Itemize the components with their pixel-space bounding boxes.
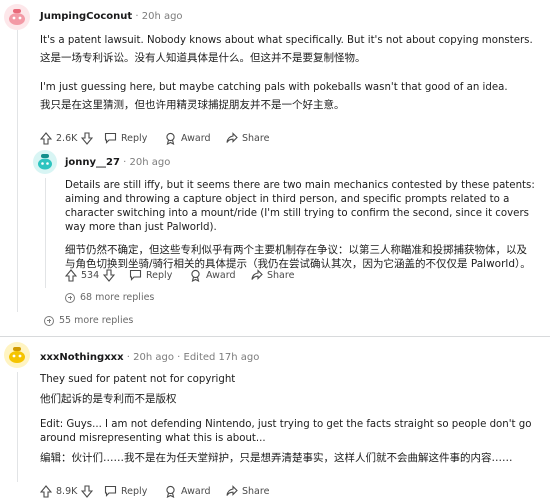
comment-actions: 534 Reply Award Share bbox=[65, 267, 365, 283]
username[interactable]: jonny__27 bbox=[65, 157, 120, 168]
thread-line-third[interactable] bbox=[17, 372, 18, 482]
reply-button[interactable]: Reply bbox=[104, 130, 147, 146]
comment-meta: xxxNothingxxx · 20h ago · Edited 17h ago bbox=[40, 352, 259, 363]
reply-button[interactable]: Reply bbox=[129, 267, 172, 283]
username[interactable]: xxxNothingxxx bbox=[40, 352, 124, 363]
reply-icon bbox=[104, 132, 117, 144]
reply-label: Reply bbox=[146, 269, 173, 281]
comment-actions: 2.6K Reply Award Share bbox=[40, 130, 340, 146]
timestamp[interactable]: 20h ago bbox=[130, 157, 171, 168]
comment-paragraph: Details are still iffy, but it seems the… bbox=[65, 180, 535, 233]
award-button[interactable]: Award bbox=[189, 267, 235, 283]
award-icon bbox=[166, 485, 175, 498]
snoo-avatar-icon bbox=[9, 347, 25, 363]
meta-separator: · bbox=[135, 11, 139, 22]
share-icon bbox=[226, 485, 238, 496]
comment-paragraph: 编辑：伙计们……我不是在为任天堂辩护，只是想弄清楚事实，这样人们就不会曲解这件事… bbox=[40, 452, 513, 464]
comment-paragraph: I'm just guessing here, but maybe catchi… bbox=[40, 82, 508, 93]
award-label: Award bbox=[181, 132, 211, 144]
vote-count: 534 bbox=[81, 269, 100, 281]
comment-meta: JumpingCoconut · 20h ago bbox=[40, 11, 183, 22]
comment-body: Details are still iffy, but it seems the… bbox=[65, 179, 537, 271]
thread-line-reply[interactable] bbox=[45, 178, 46, 288]
snoo-avatar-icon bbox=[38, 154, 52, 170]
downvote-icon[interactable] bbox=[81, 484, 94, 498]
award-button[interactable]: Award bbox=[164, 130, 210, 146]
meta-separator: · bbox=[123, 157, 127, 168]
award-label: Award bbox=[181, 485, 211, 497]
reply-icon bbox=[104, 485, 117, 497]
award-label: Award bbox=[206, 269, 236, 281]
reply-label: Reply bbox=[121, 132, 148, 144]
upvote-icon[interactable] bbox=[40, 131, 52, 145]
vote-count: 2.6K bbox=[56, 132, 78, 144]
snoo-avatar-icon bbox=[9, 9, 25, 25]
edited-label: Edited 17h ago bbox=[183, 352, 260, 363]
award-icon bbox=[166, 132, 175, 145]
upvote-icon[interactable] bbox=[65, 268, 77, 282]
avatar[interactable] bbox=[4, 4, 30, 30]
vote-count: 8.9K bbox=[56, 485, 78, 497]
avatar[interactable] bbox=[33, 150, 57, 174]
timestamp[interactable]: 20h ago bbox=[142, 11, 183, 22]
comment-paragraph: It's a patent lawsuit. Nobody knows abou… bbox=[40, 35, 533, 46]
meta-separator: · bbox=[126, 352, 130, 363]
username[interactable]: JumpingCoconut bbox=[40, 11, 132, 22]
share-label: Share bbox=[242, 485, 270, 497]
share-label: Share bbox=[267, 269, 295, 281]
thread-line-root[interactable] bbox=[17, 30, 18, 312]
reply-icon bbox=[129, 269, 142, 281]
reply-label: Reply bbox=[121, 485, 148, 497]
comment-paragraph: 他们起诉的是专利而不是版权 bbox=[40, 393, 177, 405]
downvote-icon[interactable] bbox=[103, 268, 116, 282]
comment-paragraph: They sued for patent not for copyright bbox=[40, 374, 236, 385]
timestamp[interactable]: 20h ago bbox=[133, 352, 174, 363]
more-replies-label: 68 more replies bbox=[80, 292, 155, 303]
more-replies-label: 55 more replies bbox=[59, 315, 134, 326]
upvote-icon[interactable] bbox=[40, 484, 52, 498]
avatar[interactable] bbox=[4, 342, 30, 368]
comment-body: They sued for patent not for copyright 他… bbox=[40, 373, 535, 465]
share-button[interactable]: Share bbox=[226, 130, 269, 146]
comment-divider bbox=[0, 336, 550, 337]
thread-more-replies-button[interactable]: 55 more replies bbox=[44, 315, 133, 326]
comment-paragraph: 这是一场专利诉讼。没有人知道具体是什么。但这并不是要复制怪物。 bbox=[40, 52, 366, 64]
comment-meta: jonny__27 · 20h ago bbox=[65, 157, 170, 168]
comment-paragraph: Edit: Guys... I am not defending Nintend… bbox=[40, 419, 532, 444]
plus-circle-icon bbox=[65, 292, 75, 303]
vote-group: 534 bbox=[65, 267, 116, 283]
comment-body: It's a patent lawsuit. Nobody knows abou… bbox=[40, 34, 540, 112]
more-replies-button[interactable]: 68 more replies bbox=[65, 292, 154, 303]
downvote-icon[interactable] bbox=[81, 131, 94, 145]
share-icon bbox=[251, 269, 263, 280]
award-icon bbox=[191, 269, 200, 282]
share-icon bbox=[226, 132, 238, 143]
comment-paragraph: 我只是在这里猜测，但也许用精灵球捕捉朋友并不是一个好主意。 bbox=[40, 99, 345, 111]
meta-separator: · bbox=[177, 352, 181, 363]
vote-group: 2.6K bbox=[40, 130, 94, 146]
share-button[interactable]: Share bbox=[251, 267, 294, 283]
plus-circle-icon bbox=[44, 315, 54, 326]
share-label: Share bbox=[242, 132, 270, 144]
